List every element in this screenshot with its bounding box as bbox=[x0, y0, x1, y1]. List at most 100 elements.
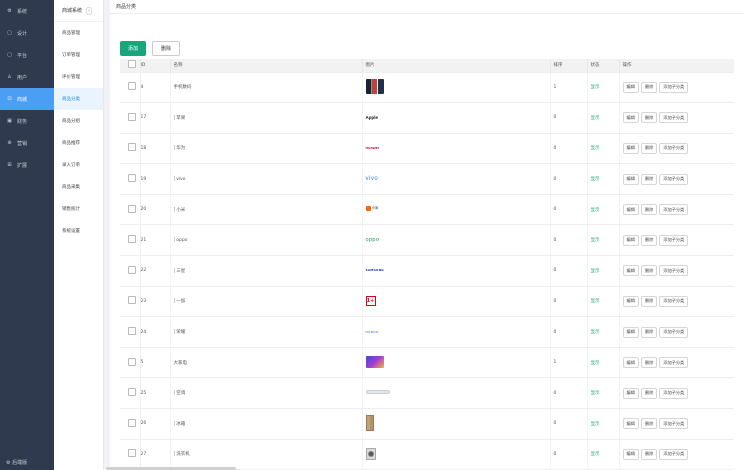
cell-image: SAMSUNG bbox=[361, 255, 550, 287]
add-subcategory-button[interactable]: 添加子分类 bbox=[659, 265, 689, 277]
subnav-item-0[interactable]: 商品管理 bbox=[54, 22, 103, 44]
subnav-item-3[interactable]: 商品分类 bbox=[54, 88, 103, 110]
status-badge[interactable]: 显示 bbox=[591, 116, 600, 121]
sidebar-bottom-label[interactable]: ⚙ 后端版 bbox=[6, 459, 27, 466]
row-checkbox[interactable] bbox=[128, 296, 136, 305]
delete-row-button[interactable]: 删除 bbox=[640, 418, 658, 430]
sidebar-item-5[interactable]: ▣ 财务 bbox=[0, 110, 54, 132]
status-badge[interactable]: 显示 bbox=[591, 299, 600, 304]
row-checkbox[interactable] bbox=[128, 327, 136, 336]
add-subcategory-button[interactable]: 添加子分类 bbox=[659, 112, 689, 124]
subnav-item-7[interactable]: 商品采集 bbox=[54, 176, 103, 198]
cell-sort: 1 bbox=[549, 347, 587, 379]
select-all-checkbox[interactable] bbox=[128, 60, 136, 69]
delete-row-button[interactable]: 删除 bbox=[640, 357, 658, 369]
edit-button[interactable]: 编辑 bbox=[622, 418, 639, 430]
delete-row-button[interactable]: 删除 bbox=[640, 142, 658, 154]
status-badge[interactable]: 显示 bbox=[591, 208, 600, 213]
subnav-item-8[interactable]: 销售统计 bbox=[54, 198, 103, 220]
status-badge[interactable]: 显示 bbox=[591, 146, 600, 151]
subnav-item-5[interactable]: 商品推荐 bbox=[54, 132, 103, 154]
add-subcategory-button[interactable]: 添加子分类 bbox=[659, 81, 689, 93]
delete-button[interactable]: 删除 bbox=[152, 40, 180, 56]
row-checkbox[interactable] bbox=[128, 112, 136, 121]
add-button[interactable]: 添加 bbox=[120, 40, 146, 56]
status-badge[interactable]: 显示 bbox=[591, 330, 600, 335]
cell-sort: 0 bbox=[549, 194, 587, 226]
cell-id: 21 bbox=[139, 224, 170, 257]
status-badge[interactable]: 显示 bbox=[591, 238, 600, 243]
subnav-item-2[interactable]: 评价管理 bbox=[54, 66, 103, 88]
status-badge[interactable]: 显示 bbox=[591, 177, 600, 182]
row-checkbox[interactable] bbox=[128, 418, 136, 427]
row-select-cell bbox=[120, 133, 140, 165]
edit-button[interactable]: 编辑 bbox=[622, 326, 639, 338]
edit-button[interactable]: 编辑 bbox=[622, 295, 639, 307]
edit-button[interactable]: 编辑 bbox=[622, 112, 639, 124]
collapse-icon[interactable]: ‹ bbox=[86, 6, 93, 15]
add-subcategory-button[interactable]: 添加子分类 bbox=[659, 234, 689, 246]
add-subcategory-button[interactable]: 添加子分类 bbox=[659, 142, 689, 154]
status-badge[interactable]: 显示 bbox=[591, 269, 600, 274]
add-subcategory-button[interactable]: 添加子分类 bbox=[659, 295, 689, 307]
row-checkbox[interactable] bbox=[128, 174, 136, 183]
add-subcategory-button[interactable]: 添加子分类 bbox=[659, 326, 689, 338]
subnav-title: 商城系统 ‹ bbox=[54, 0, 103, 22]
sidebar-item-4[interactable]: ⊡ 商城 bbox=[0, 88, 54, 110]
subnav-item-4[interactable]: 商品分组 bbox=[54, 110, 103, 132]
delete-row-button[interactable]: 删除 bbox=[640, 326, 658, 338]
row-checkbox[interactable] bbox=[128, 357, 136, 366]
cell-state: 显示 bbox=[586, 224, 619, 257]
sidebar-item-2[interactable]: ▢ 平台 bbox=[0, 44, 54, 66]
row-checkbox[interactable] bbox=[128, 204, 136, 213]
add-subcategory-button[interactable]: 添加子分类 bbox=[659, 418, 689, 430]
row-checkbox[interactable] bbox=[128, 265, 136, 274]
extension-icon: ⊞ bbox=[7, 162, 12, 168]
edit-button[interactable]: 编辑 bbox=[622, 142, 639, 154]
row-checkbox[interactable] bbox=[128, 449, 136, 458]
delete-row-button[interactable]: 删除 bbox=[640, 173, 658, 185]
category-image bbox=[365, 355, 384, 368]
edit-button[interactable]: 编辑 bbox=[622, 204, 639, 216]
delete-row-button[interactable]: 删除 bbox=[640, 387, 658, 399]
delete-row-button[interactable]: 删除 bbox=[640, 295, 658, 307]
subnav-item-9[interactable]: 系统设置 bbox=[54, 220, 103, 242]
sidebar-item-7[interactable]: ⊞ 扩展 bbox=[0, 154, 54, 176]
cell-name: 大家电 bbox=[169, 347, 362, 379]
edit-button[interactable]: 编辑 bbox=[622, 234, 639, 246]
edit-button[interactable]: 编辑 bbox=[622, 387, 639, 399]
row-checkbox[interactable] bbox=[128, 143, 136, 152]
subnav-item-1[interactable]: 订单管理 bbox=[54, 44, 103, 66]
sidebar-item-3[interactable]: ♙ 用户 bbox=[0, 66, 54, 88]
delete-row-button[interactable]: 删除 bbox=[640, 234, 658, 246]
edit-button[interactable]: 编辑 bbox=[622, 81, 639, 93]
header-name: 名称 bbox=[169, 59, 362, 73]
sidebar-item-6[interactable]: ⊕ 营销 bbox=[0, 132, 54, 154]
add-subcategory-button[interactable]: 添加子分类 bbox=[659, 357, 689, 369]
delete-row-button[interactable]: 删除 bbox=[640, 448, 658, 460]
delete-row-button[interactable]: 删除 bbox=[640, 265, 658, 277]
row-checkbox[interactable] bbox=[128, 388, 136, 397]
add-subcategory-button[interactable]: 添加子分类 bbox=[659, 204, 689, 216]
status-badge[interactable]: 显示 bbox=[591, 391, 600, 396]
delete-row-button[interactable]: 删除 bbox=[640, 204, 658, 216]
subnav-item-6[interactable]: 录入订单 bbox=[54, 154, 103, 176]
status-badge[interactable]: 显示 bbox=[591, 85, 600, 90]
edit-button[interactable]: 编辑 bbox=[622, 448, 639, 460]
status-badge[interactable]: 显示 bbox=[591, 452, 600, 457]
row-select-cell bbox=[120, 194, 140, 226]
delete-row-button[interactable]: 删除 bbox=[640, 112, 658, 124]
edit-button[interactable]: 编辑 bbox=[622, 265, 639, 277]
status-badge[interactable]: 显示 bbox=[591, 361, 600, 366]
sidebar-item-0[interactable]: ⚙ 系统 bbox=[0, 0, 54, 22]
sidebar-item-1[interactable]: ▢ 设计 bbox=[0, 22, 54, 44]
edit-button[interactable]: 编辑 bbox=[622, 173, 639, 185]
add-subcategory-button[interactable]: 添加子分类 bbox=[659, 173, 689, 185]
add-subcategory-button[interactable]: 添加子分类 bbox=[659, 387, 689, 399]
row-checkbox[interactable] bbox=[128, 82, 136, 91]
status-badge[interactable]: 显示 bbox=[591, 422, 600, 427]
edit-button[interactable]: 编辑 bbox=[622, 357, 639, 369]
add-subcategory-button[interactable]: 添加子分类 bbox=[659, 448, 689, 460]
row-checkbox[interactable] bbox=[128, 235, 136, 244]
delete-row-button[interactable]: 删除 bbox=[640, 81, 658, 93]
